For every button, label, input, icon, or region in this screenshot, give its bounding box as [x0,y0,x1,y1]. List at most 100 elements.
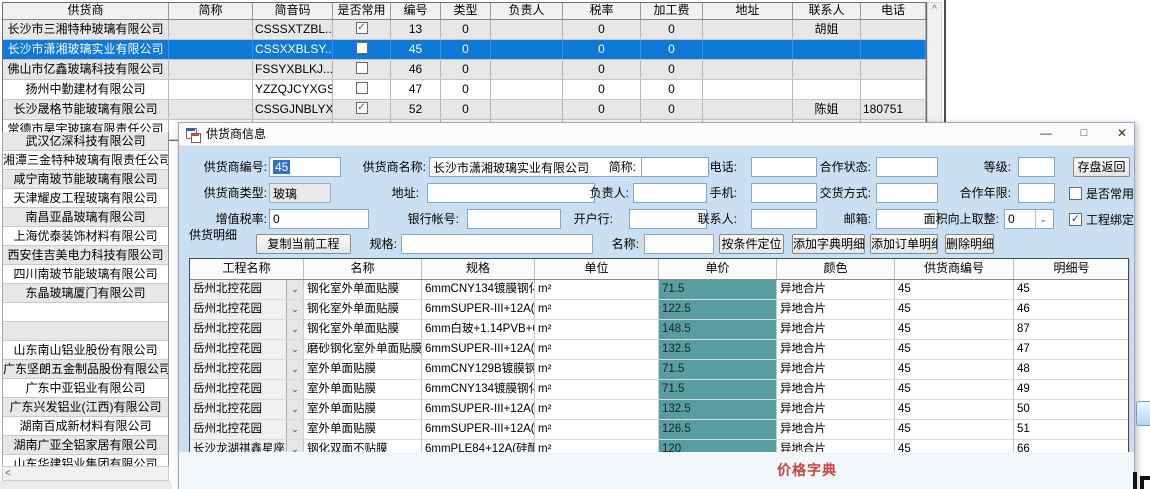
minimize-button[interactable]: — [1031,123,1061,145]
column-header[interactable]: 供货商 [3,3,169,19]
grid-column-header[interactable]: 供货商编号 [895,259,1014,279]
grid-cell[interactable]: 6mmCNY134镀膜钢化 [422,380,535,399]
column-header[interactable]: 简称 [169,3,253,19]
column-header[interactable]: 是否常用 [333,3,391,19]
maximize-button[interactable]: □ [1069,123,1099,145]
grid-cell[interactable]: 6mmCNY129B镀膜钢化 [422,360,535,379]
grid-cell[interactable]: 6mmSUPER-III+12A(硅... [422,300,535,319]
grid-cell[interactable]: 148.5 [659,320,777,339]
sidebar-item[interactable]: 四川南玻节能玻璃有限公司 [3,265,168,284]
grid-cell[interactable]: 45 [895,420,1014,439]
grid-column-header[interactable]: 名称 [304,259,422,279]
often-used-checkbox[interactable]: 是否常用 [1069,183,1134,203]
often-used-checkbox[interactable] [356,42,368,54]
project-bind-checkbox[interactable]: ✓ 工程绑定 [1069,209,1134,229]
grid-column-header[interactable]: 工程名称 [190,259,304,279]
grid-cell[interactable]: 岳州北控花园⌄ [190,420,304,439]
grid-cell[interactable]: 6mmSUPER-III+12A(硅... [422,400,535,419]
detail-row[interactable]: 岳州北控花园⌄室外单面贴膜6mmCNY134镀膜钢化m²71.5异地合片4549 [190,380,1128,400]
grid-cell[interactable]: 室外单面贴膜 [304,400,422,419]
dialog-titlebar[interactable]: 供货商信息 — □ ✕ [179,123,1134,146]
grid-cell[interactable]: 45 [895,300,1014,319]
grid-cell[interactable]: 46 [1014,300,1130,319]
sidebar-item[interactable]: 武汉亿深科技有限公司 [3,132,168,151]
grid-cell[interactable]: 45 [895,360,1014,379]
vat-rate-input[interactable]: 0 [269,209,369,229]
detail-row[interactable]: 岳州北控花园⌄室外单面贴膜6mmCNY129B镀膜钢化m²71.5异地合片454… [190,360,1128,380]
grid-cell[interactable]: m² [535,360,659,379]
combo-dropdown-icon[interactable]: ⌄ [286,300,303,319]
grid-column-header[interactable]: 单位 [535,259,659,279]
sidebar-empty-row[interactable] [3,322,168,341]
supplier-row[interactable]: 长沙市潇湘玻璃实业有限公司CSSXXBLSY...45000 [3,40,926,60]
close-icon[interactable]: ✕ [1107,123,1137,145]
chevron-down-icon[interactable]: ⌄ [1035,210,1050,228]
name-filter-input[interactable] [644,234,714,254]
grid-cell[interactable]: 室外单面贴膜 [304,360,422,379]
grid-cell[interactable]: 异地合片 [777,340,895,359]
sidebar-item[interactable]: 广东中亚铝业有限公司 [3,379,168,398]
add-dictionary-detail-button[interactable]: 添加字典明细 [792,234,865,254]
grid-cell[interactable]: 45 [895,320,1014,339]
supplier-no-input[interactable]: 45 [269,157,341,177]
grid-cell[interactable]: 室外单面贴膜 [304,420,422,439]
grid-cell[interactable]: 132.5 [659,340,777,359]
grade-input[interactable] [1018,157,1055,177]
sidebar-item[interactable]: 湖南百成新材料有限公司 [3,417,168,436]
combo-dropdown-icon[interactable]: ⌄ [286,380,303,399]
grid-cell[interactable]: 岳州北控花园⌄ [190,300,304,319]
grid-cell[interactable]: 异地合片 [777,280,895,299]
grid-cell[interactable]: 6mmCNY134镀膜钢化 [422,280,535,299]
grid-cell[interactable]: 45 [895,340,1014,359]
grid-cell[interactable]: 6mmSUPER-III+12A(硅... [422,340,535,359]
spec-filter-input[interactable] [401,234,593,254]
detail-row[interactable]: 岳州北控花园⌄室外单面贴膜6mmSUPER-III+12A(硅...m²126.… [190,420,1128,440]
grid-cell[interactable]: m² [535,280,659,299]
grid-cell[interactable]: 132.5 [659,400,777,419]
combo-dropdown-icon[interactable]: ⌄ [286,400,303,419]
grid-cell[interactable]: 异地合片 [777,360,895,379]
detail-row[interactable]: 岳州北控花园⌄磨砂钢化室外单面贴膜6mmSUPER-III+12A(硅...m²… [190,340,1128,360]
grid-cell[interactable]: 50 [1014,400,1130,419]
column-header[interactable]: 地址 [703,3,793,19]
grid-cell[interactable]: m² [535,400,659,419]
sidebar-item[interactable]: 广东兴发铝业(江西)有限公司 [3,398,168,417]
grid-cell[interactable]: 45 [895,400,1014,419]
sidebar-item[interactable]: 天津耀皮工程玻璃有限公司 [3,189,168,208]
grid-cell[interactable]: 6mm白玻+1.14PVB+6mm... [422,320,535,339]
grid-cell[interactable]: 岳州北控花园⌄ [190,280,304,299]
sidebar-item[interactable]: 南昌亚晶玻璃有限公司 [3,208,168,227]
supplier-row[interactable]: 长沙市三湘特种玻璃有限公司CSSSXTZBL...✓13000胡姐 [3,20,926,40]
column-header[interactable]: 电话 [861,3,926,19]
grid-cell[interactable]: m² [535,380,659,399]
grid-cell[interactable]: m² [535,420,659,439]
grid-cell[interactable]: 岳州北控花园⌄ [190,320,304,339]
combo-dropdown-icon[interactable]: ⌄ [286,360,303,379]
grid-cell[interactable]: 49 [1014,380,1130,399]
scroll-left-icon[interactable]: < [5,468,11,480]
grid-cell[interactable]: m² [535,300,659,319]
grid-cell[interactable]: 室外单面贴膜 [304,380,422,399]
grid-cell[interactable]: 异地合片 [777,400,895,419]
column-header[interactable]: 联系人 [793,3,861,19]
sidebar-item[interactable]: 广东坚朗五金制品股份有限公司 [3,360,168,379]
grid-cell[interactable]: 6mmSUPER-III+12A(硅... [422,420,535,439]
grid-cell[interactable]: 48 [1014,360,1130,379]
sidebar-item[interactable]: 上海优泰装饰材料有限公司 [3,227,168,246]
area-roundup-combo[interactable]: 0⌄ [1004,209,1054,229]
sidebar-item[interactable]: 山东华建铝业集团有限公司 [3,455,168,466]
address-input[interactable] [427,183,595,203]
save-return-button[interactable]: 存盘返回 [1073,157,1130,177]
grid-column-header[interactable]: 颜色 [777,259,895,279]
combo-dropdown-icon[interactable]: ⌄ [286,340,303,359]
column-header[interactable]: 类型 [441,3,491,19]
combo-dropdown-icon[interactable]: ⌄ [286,320,303,339]
supplier-type-input[interactable]: 玻璃 [269,183,331,203]
column-header[interactable]: 负责人 [491,3,563,19]
often-used-checkbox[interactable]: ✓ [356,102,368,114]
detail-row[interactable]: 岳州北控花园⌄钢化室外单面贴膜6mmCNY134镀膜钢化m²71.5异地合片45… [190,280,1128,300]
sidebar-empty-row[interactable] [3,303,168,322]
grid-cell[interactable]: 异地合片 [777,380,895,399]
grid-cell[interactable]: 45 [1014,280,1130,299]
column-header[interactable]: 简音码 [253,3,333,19]
